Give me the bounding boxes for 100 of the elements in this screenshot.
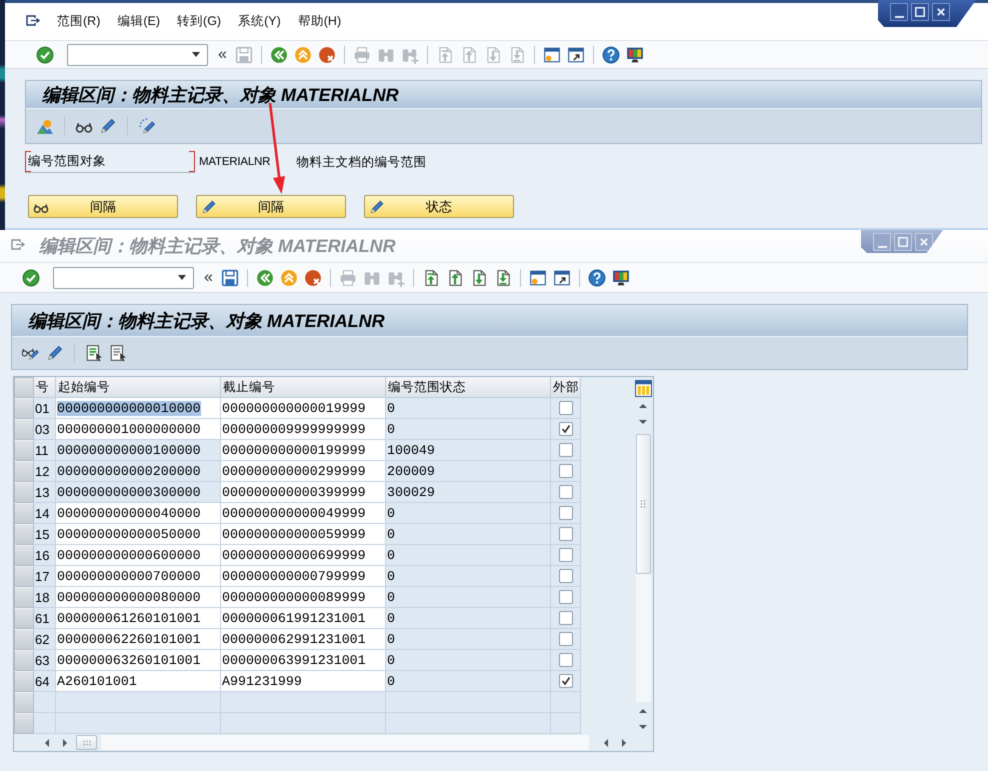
row-selector[interactable] (14, 461, 34, 482)
checkbox[interactable] (558, 464, 572, 478)
input-cell[interactable]: 000000000000699999 (221, 545, 386, 566)
column-header[interactable]: 号 (34, 377, 56, 398)
input-cell[interactable]: 000000001000000000 (56, 419, 221, 440)
scrollbar-thumb[interactable] (76, 735, 97, 750)
action-button[interactable]: 状态 (364, 195, 514, 218)
input-cell[interactable]: 000000063260101001 (56, 650, 221, 671)
scroll-left-icon[interactable] (45, 738, 49, 746)
input-cell[interactable]: 000000000000399999 (221, 482, 386, 503)
new-window-icon[interactable] (528, 268, 547, 286)
scroll-right-icon[interactable] (63, 738, 67, 746)
shortcut-icon[interactable] (566, 46, 585, 64)
menu-item[interactable]: 范围(R) (56, 13, 102, 30)
input-cell[interactable]: 000000061260101001 (56, 608, 221, 629)
help-icon[interactable] (602, 46, 620, 64)
cancel-icon[interactable] (318, 46, 336, 64)
action-button[interactable]: 间隔 (28, 195, 178, 218)
new-window-icon[interactable] (542, 46, 561, 64)
command-field[interactable] (67, 44, 208, 66)
column-header[interactable]: 编号范围状态 (386, 377, 551, 398)
checkbox[interactable] (558, 674, 572, 688)
row-selector[interactable] (14, 608, 34, 629)
chevrons-up-icon[interactable] (294, 46, 312, 64)
row-selector[interactable] (14, 692, 34, 713)
document-pointer-icon[interactable] (109, 344, 127, 362)
monitor-icon[interactable] (612, 268, 630, 286)
collapse-toggle[interactable]: « (218, 46, 227, 62)
minimize-button[interactable] (890, 3, 908, 21)
collapse-toggle[interactable]: « (204, 270, 213, 286)
menu-item[interactable]: 系统(Y) (237, 13, 282, 30)
check-icon[interactable] (36, 46, 54, 64)
chevrons-up-icon[interactable] (280, 268, 298, 286)
checkbox[interactable] (558, 422, 572, 436)
column-header[interactable]: 外部 (551, 377, 581, 398)
input-cell[interactable]: 000000000000019999 (221, 398, 386, 419)
menu-item[interactable]: 编辑(E) (116, 13, 162, 30)
back-icon[interactable] (256, 268, 274, 286)
checkbox[interactable] (558, 569, 572, 583)
input-cell[interactable]: 000000063991231001 (221, 650, 386, 671)
row-selector[interactable] (14, 629, 34, 650)
checkbox[interactable] (558, 506, 572, 520)
pencil-dashed-circle-icon[interactable] (138, 117, 156, 135)
input-cell[interactable]: A260101001 (56, 671, 221, 692)
scroll-down-icon[interactable] (639, 420, 647, 424)
input-cell[interactable]: 000000000000600000 (56, 545, 221, 566)
row-selector[interactable] (14, 524, 34, 545)
save-icon[interactable] (220, 268, 239, 286)
scrollbar-thumb[interactable] (636, 434, 650, 574)
menu-item[interactable]: 帮助(H) (296, 13, 342, 30)
checkbox[interactable] (558, 548, 572, 562)
landscape-icon[interactable] (36, 117, 54, 135)
input-cell[interactable]: 000000062991231001 (221, 629, 386, 650)
monitor-icon[interactable] (626, 46, 644, 64)
row-selector[interactable] (14, 398, 34, 419)
pencil-icon[interactable] (99, 117, 117, 135)
input-cell[interactable]: 000000000000050000 (56, 524, 221, 545)
column-header[interactable]: 截止编号 (221, 377, 386, 398)
input-cell[interactable]: 000000009999999999 (221, 419, 386, 440)
row-selector[interactable] (14, 650, 34, 671)
input-cell[interactable]: 000000000000010000 (56, 398, 221, 419)
scroll-right-icon[interactable] (622, 738, 626, 746)
action-button[interactable]: 间隔 (196, 195, 346, 218)
page-down-icon[interactable] (639, 725, 647, 729)
input-cell[interactable]: 000000000000700000 (56, 566, 221, 587)
page-up-icon[interactable] (639, 709, 647, 713)
column-header[interactable]: 起始编号 (56, 377, 221, 398)
input-cell[interactable]: 000000061991231001 (221, 608, 386, 629)
menu-item[interactable]: 转到(G) (176, 13, 222, 30)
row-selector[interactable] (14, 482, 34, 503)
scrollbar-track[interactable] (101, 735, 589, 750)
input-cell[interactable]: 000000000000799999 (221, 566, 386, 587)
checkbox[interactable] (558, 527, 572, 541)
shortcut-icon[interactable] (552, 268, 571, 286)
row-selector[interactable] (14, 713, 34, 734)
check-icon[interactable] (22, 268, 40, 286)
scroll-left-icon[interactable] (604, 738, 608, 746)
input-cell[interactable]: 000000000000199999 (221, 440, 386, 461)
row-selector[interactable] (14, 545, 34, 566)
checkbox[interactable] (558, 632, 572, 646)
row-selector[interactable] (14, 440, 34, 461)
checkbox[interactable] (558, 611, 572, 625)
checkbox[interactable] (558, 401, 572, 415)
checkbox[interactable] (558, 590, 572, 604)
document-pointer-icon[interactable] (85, 344, 103, 362)
row-selector[interactable] (14, 587, 34, 608)
checkbox[interactable] (558, 485, 572, 499)
row-selector[interactable] (14, 566, 34, 587)
input-cell[interactable]: 000000000000049999 (221, 503, 386, 524)
row-selector[interactable] (14, 419, 34, 440)
input-cell[interactable]: 000000000000059999 (221, 524, 386, 545)
input-cell[interactable]: 000000000000040000 (56, 503, 221, 524)
row-selector[interactable] (14, 671, 34, 692)
maximize-button[interactable] (911, 3, 929, 21)
command-field[interactable] (53, 266, 194, 288)
row-selector[interactable] (14, 503, 34, 524)
scroll-up-icon[interactable] (639, 404, 647, 408)
checkbox[interactable] (558, 443, 572, 457)
checkbox[interactable] (558, 653, 572, 667)
pencil-icon[interactable] (46, 344, 64, 362)
